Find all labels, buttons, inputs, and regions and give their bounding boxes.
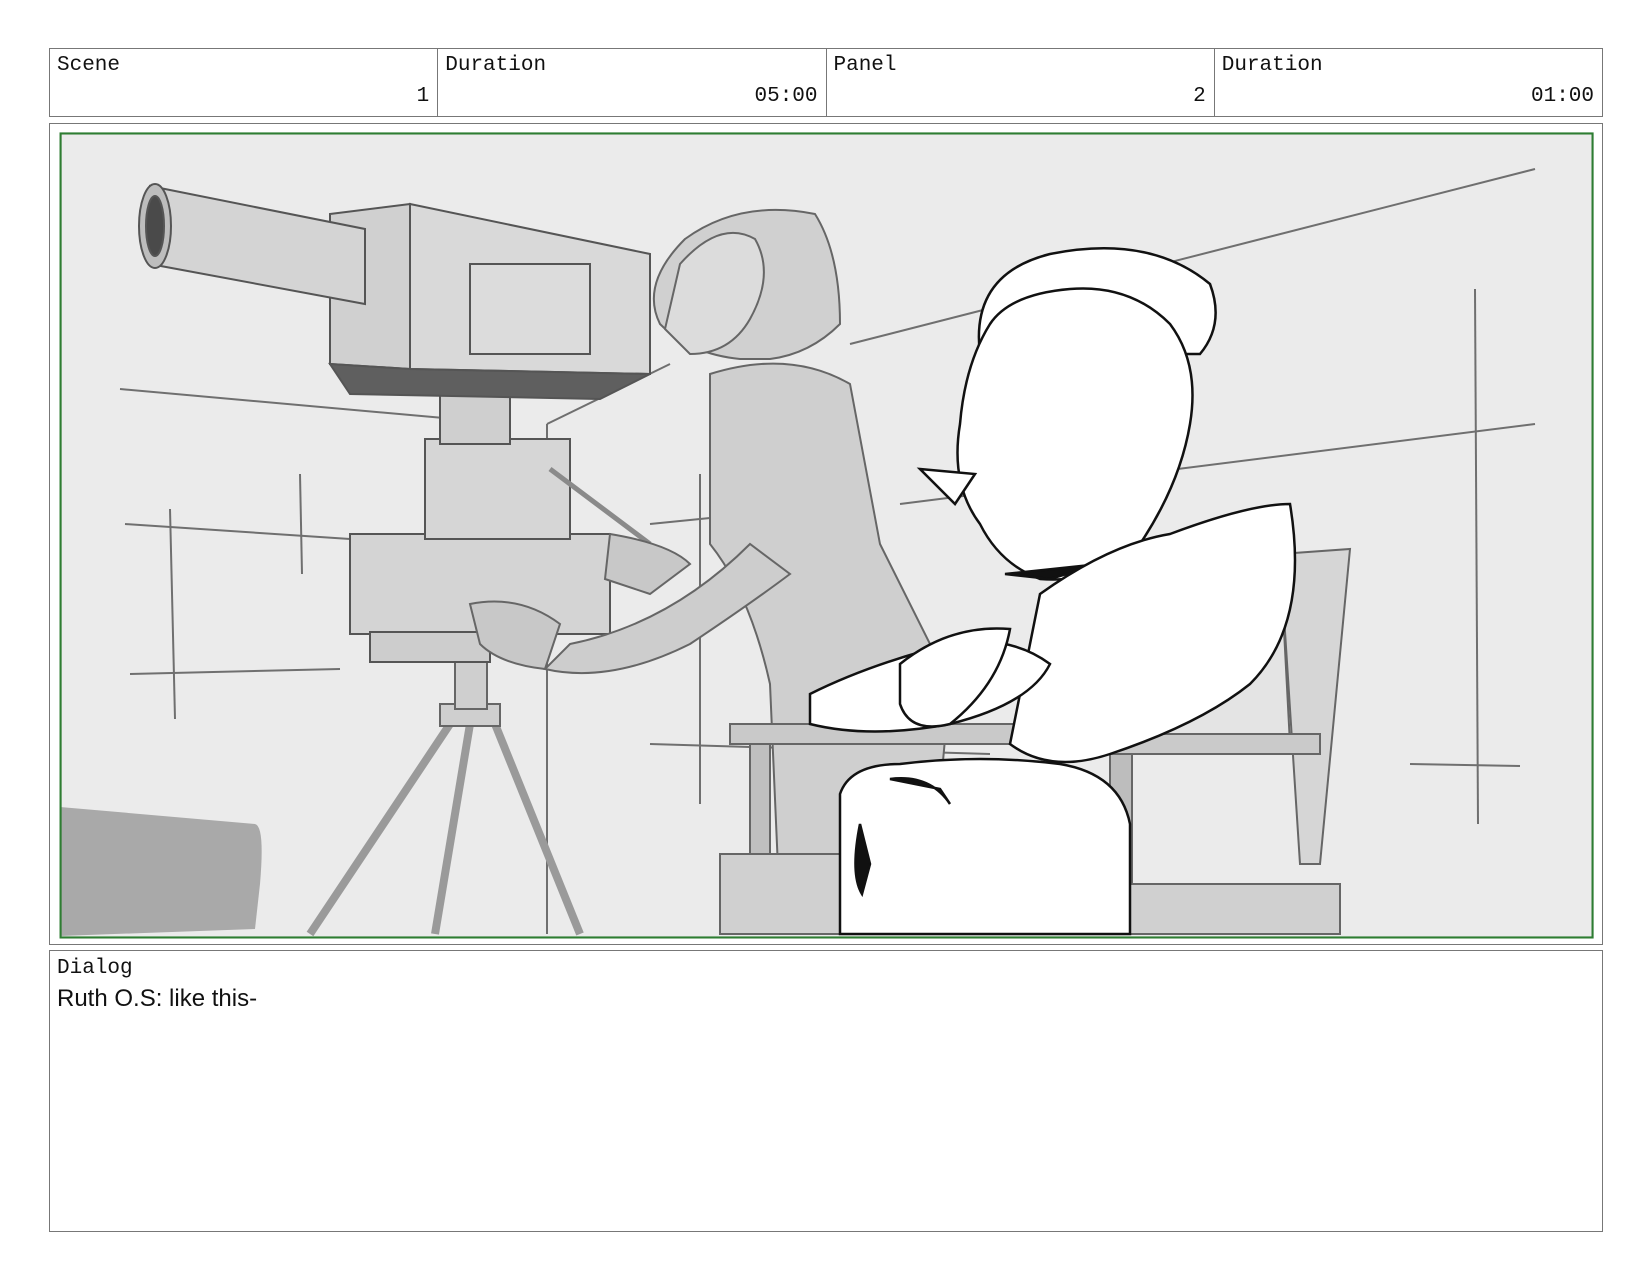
panel-frame xyxy=(49,123,1603,945)
foreground-bench xyxy=(60,807,262,936)
scene-label: Scene xyxy=(57,54,121,77)
dialog-text: Ruth O.S: like this- xyxy=(57,985,258,1012)
panel-number: 2 xyxy=(1193,85,1206,108)
scene-number: 1 xyxy=(416,85,430,108)
dialog-box: Dialog Ruth O.S: like this- xyxy=(49,950,1603,1232)
storyboard-header: Scene 1 Duration 05:00 Panel 2 Duration … xyxy=(49,48,1603,117)
dialog-label: Dialog xyxy=(57,957,133,980)
scene-duration-cell: Duration 05:00 xyxy=(438,49,827,116)
panel-cell: Panel 2 xyxy=(827,49,1215,116)
scene-duration-label: Duration xyxy=(445,54,547,77)
panel-duration-cell: Duration 01:00 xyxy=(1215,49,1602,116)
panel-label: Panel xyxy=(833,54,897,77)
scene-cell: Scene 1 xyxy=(50,49,439,116)
panel-duration-value: 01:00 xyxy=(1530,85,1594,108)
storyboard-drawing xyxy=(59,132,1594,939)
scene-duration-value: 05:00 xyxy=(754,85,818,108)
panel-duration-label: Duration xyxy=(1221,54,1323,77)
